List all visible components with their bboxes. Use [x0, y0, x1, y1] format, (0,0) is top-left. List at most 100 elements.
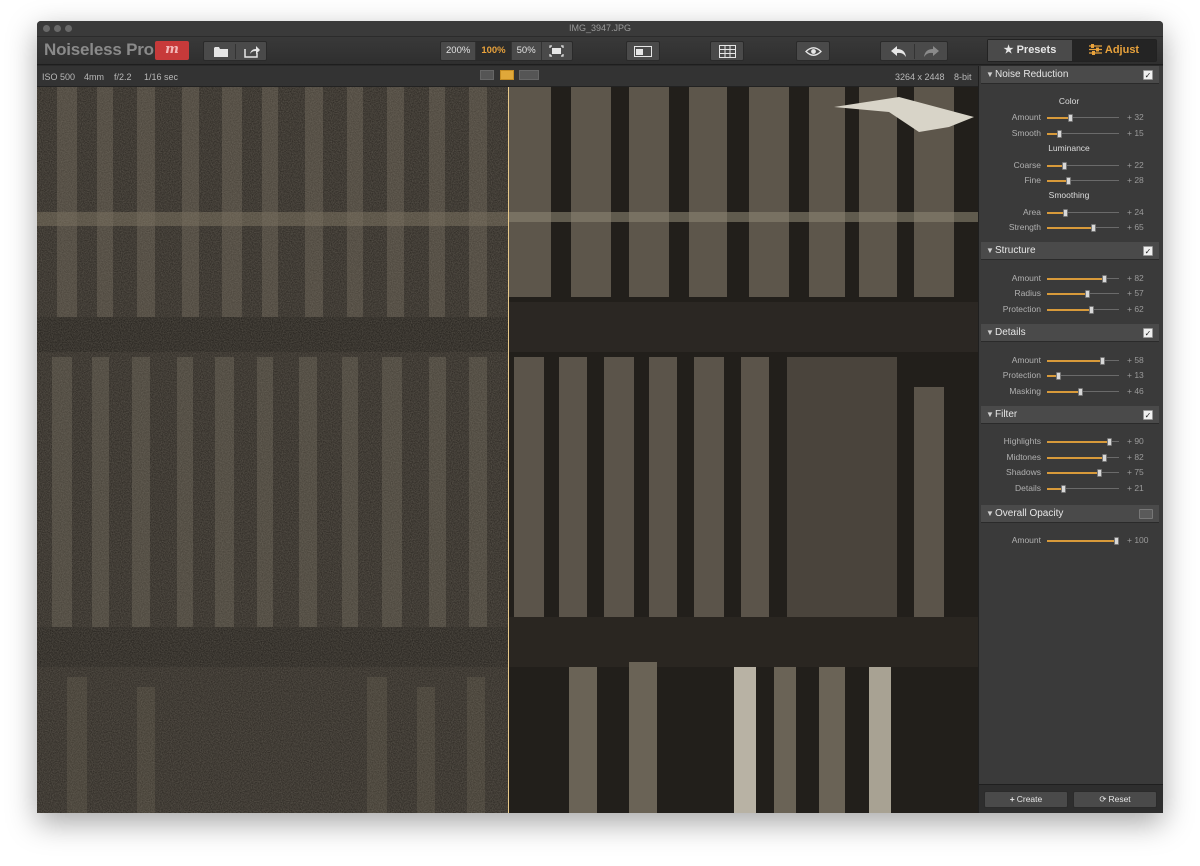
- slider-track[interactable]: [1047, 130, 1119, 138]
- slider-details-amount[interactable]: Amount + 58: [979, 355, 1159, 367]
- slider-value: + 21: [1127, 483, 1144, 493]
- panel-tabs: ★ Presets Adjust: [987, 39, 1157, 62]
- slider-color-amount[interactable]: Amount + 32: [979, 112, 1159, 124]
- slider-color-smooth[interactable]: Smooth + 15: [979, 128, 1159, 140]
- split-view-mode[interactable]: [500, 70, 514, 80]
- share-icon[interactable]: [244, 45, 261, 58]
- structure-checkbox[interactable]: ✓: [1143, 246, 1153, 256]
- slider-filter-shadows[interactable]: Shadows + 75: [979, 467, 1159, 479]
- slider-thumb[interactable]: [1089, 306, 1094, 314]
- slider-thumb[interactable]: [1062, 162, 1067, 170]
- filter-checkbox[interactable]: ✓: [1143, 410, 1153, 420]
- zoom-selector: 200% 100% 50%: [440, 41, 573, 61]
- slider-track[interactable]: [1047, 114, 1119, 122]
- slider-thumb[interactable]: [1097, 469, 1102, 477]
- macphun-logo-button[interactable]: m: [155, 41, 189, 60]
- slider-filter-midtones[interactable]: Midtones + 82: [979, 452, 1159, 464]
- noise-reduction-checkbox[interactable]: ✓: [1143, 70, 1153, 80]
- slider-track[interactable]: [1047, 306, 1119, 314]
- tab-presets[interactable]: ★ Presets: [988, 40, 1072, 61]
- slider-label: Coarse: [1013, 160, 1041, 170]
- single-view-mode[interactable]: [480, 70, 494, 80]
- processed-image-half: [509, 87, 978, 813]
- section-structure[interactable]: ▼ Structure ✓: [981, 242, 1159, 260]
- grid-view-button[interactable]: [710, 41, 744, 61]
- slider-track[interactable]: [1047, 372, 1119, 380]
- slider-smoothing-strength[interactable]: Strength + 65: [979, 222, 1159, 234]
- slider-track[interactable]: [1047, 275, 1119, 283]
- slider-filter-highlights[interactable]: Highlights + 90: [979, 436, 1159, 448]
- create-preset-button[interactable]: + Create: [984, 791, 1068, 808]
- slider-luminance-coarse[interactable]: Coarse + 22: [979, 160, 1159, 172]
- slider-track[interactable]: [1047, 438, 1119, 446]
- slider-luminance-fine[interactable]: Fine + 28: [979, 175, 1159, 187]
- slider-track[interactable]: [1047, 469, 1119, 477]
- split-view-button[interactable]: [626, 41, 660, 61]
- slider-thumb[interactable]: [1057, 130, 1062, 138]
- section-noise-reduction[interactable]: ▼ Noise Reduction ✓: [981, 66, 1159, 84]
- slider-thumb[interactable]: [1091, 224, 1096, 232]
- slider-track[interactable]: [1047, 177, 1119, 185]
- slider-opacity-amount[interactable]: Amount + 100: [979, 535, 1159, 547]
- slider-label: Smooth: [1011, 128, 1041, 138]
- slider-track[interactable]: [1047, 209, 1119, 217]
- slider-track[interactable]: [1047, 485, 1119, 493]
- slider-thumb[interactable]: [1100, 357, 1105, 365]
- details-checkbox[interactable]: ✓: [1143, 328, 1153, 338]
- slider-fill: [1047, 457, 1104, 459]
- slider-filter-details[interactable]: Details + 21: [979, 483, 1159, 495]
- slider-thumb[interactable]: [1102, 275, 1107, 283]
- slider-track[interactable]: [1047, 224, 1119, 232]
- slider-track[interactable]: [1047, 162, 1119, 170]
- slider-value: + 13: [1127, 370, 1144, 380]
- slider-thumb[interactable]: [1066, 177, 1071, 185]
- slider-track[interactable]: [1047, 537, 1119, 545]
- tab-adjust[interactable]: Adjust: [1072, 40, 1156, 61]
- slider-track[interactable]: [1047, 357, 1119, 365]
- slider-details-masking[interactable]: Masking + 46: [979, 386, 1159, 398]
- slider-thumb[interactable]: [1078, 388, 1083, 396]
- slider-label: Protection: [1002, 370, 1041, 380]
- sliders-icon: [1088, 44, 1102, 55]
- collapse-triangle-icon: ▼: [986, 410, 994, 419]
- opacity-toggle[interactable]: [1139, 509, 1153, 519]
- zoom-200-button[interactable]: 200%: [441, 42, 477, 60]
- reset-button[interactable]: ⟳ Reset: [1073, 791, 1157, 808]
- redo-icon[interactable]: [923, 45, 940, 58]
- fit-to-screen-button[interactable]: [542, 42, 572, 60]
- section-filter[interactable]: ▼ Filter ✓: [981, 406, 1159, 424]
- slider-smoothing-area[interactable]: Area + 24: [979, 207, 1159, 219]
- slider-thumb[interactable]: [1056, 372, 1061, 380]
- slider-thumb[interactable]: [1061, 485, 1066, 493]
- undo-icon[interactable]: [890, 45, 907, 58]
- slider-label: Area: [1023, 207, 1041, 217]
- section-overall-opacity[interactable]: ▼ Overall Opacity: [981, 505, 1159, 523]
- slider-thumb[interactable]: [1102, 454, 1107, 462]
- slider-thumb[interactable]: [1114, 537, 1119, 545]
- slider-fill: [1047, 472, 1099, 474]
- zoom-50-button[interactable]: 50%: [512, 42, 542, 60]
- slider-track[interactable]: [1047, 290, 1119, 298]
- side-by-side-mode[interactable]: [519, 70, 539, 80]
- open-folder-icon[interactable]: [213, 45, 229, 58]
- zoom-100-button[interactable]: 100%: [476, 42, 512, 60]
- image-canvas[interactable]: [37, 87, 978, 813]
- fit-screen-icon: [549, 45, 564, 57]
- slider-thumb[interactable]: [1063, 209, 1068, 217]
- preview-button[interactable]: [796, 41, 830, 61]
- split-divider-handle[interactable]: [508, 87, 509, 813]
- slider-thumb[interactable]: [1107, 438, 1112, 446]
- slider-structure-radius[interactable]: Radius + 57: [979, 288, 1159, 300]
- slider-track[interactable]: [1047, 454, 1119, 462]
- slider-thumb[interactable]: [1085, 290, 1090, 298]
- slider-track[interactable]: [1047, 388, 1119, 396]
- section-details[interactable]: ▼ Details ✓: [981, 324, 1159, 342]
- slider-thumb[interactable]: [1068, 114, 1073, 122]
- slider-value: + 100: [1127, 535, 1149, 545]
- image-dimensions: 3264 x 2448: [895, 72, 945, 82]
- slider-details-protection[interactable]: Protection + 13: [979, 370, 1159, 382]
- slider-value: + 58: [1127, 355, 1144, 365]
- slider-label: Masking: [1009, 386, 1041, 396]
- slider-structure-protection[interactable]: Protection + 62: [979, 304, 1159, 316]
- slider-structure-amount[interactable]: Amount + 82: [979, 273, 1159, 285]
